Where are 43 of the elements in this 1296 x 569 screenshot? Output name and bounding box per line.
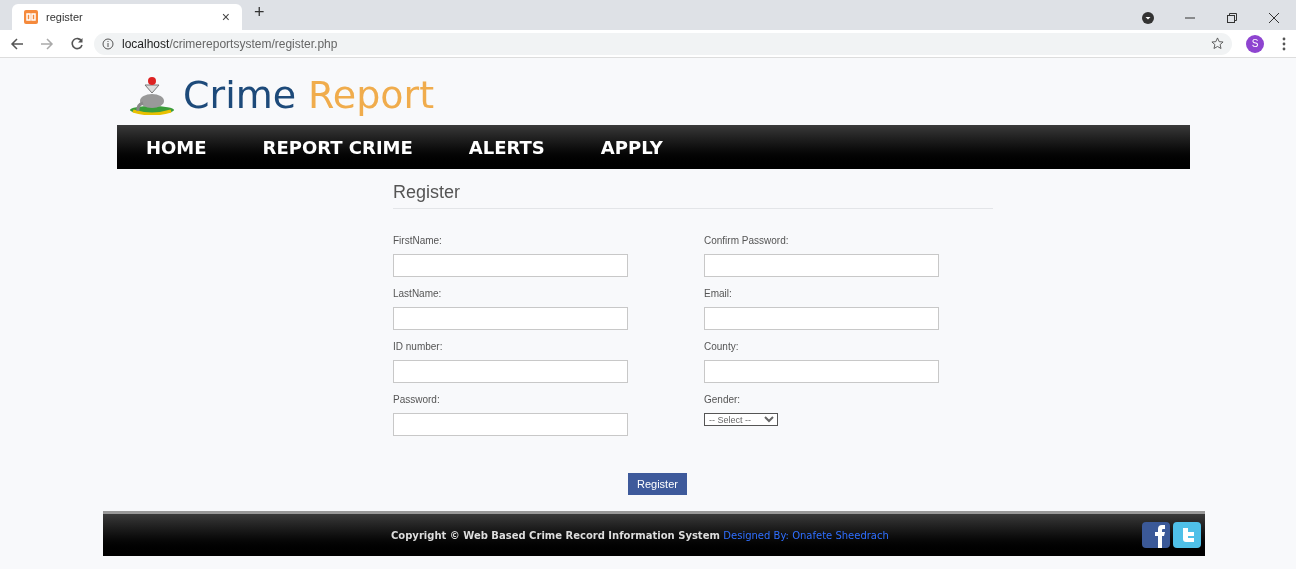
input-field[interactable]	[393, 360, 628, 383]
close-tab-button[interactable]: ×	[221, 6, 230, 28]
url-text: localhost/crimereportsystem/register.php	[122, 35, 338, 53]
address-bar[interactable]: localhost/crimereportsystem/register.php	[94, 32, 1232, 55]
input-field[interactable]	[393, 307, 628, 330]
input-field[interactable]	[704, 360, 939, 383]
twitter-icon[interactable]	[1173, 522, 1201, 549]
facebook-icon[interactable]	[1142, 522, 1170, 549]
input-field[interactable]	[393, 254, 628, 277]
tab-title[interactable]: register	[46, 8, 214, 26]
field-label: FirstName:	[393, 234, 443, 248]
nav-link[interactable]: REPORT CRIME	[262, 133, 413, 161]
input-field[interactable]	[704, 307, 939, 330]
info-icon	[102, 37, 114, 50]
restore-icon[interactable]	[1226, 12, 1238, 24]
site-favicon-icon	[24, 10, 38, 24]
field-label: Gender:	[704, 393, 742, 407]
input-field[interactable]	[393, 413, 628, 436]
field-label: County:	[704, 340, 740, 354]
star-icon[interactable]	[1211, 37, 1224, 50]
gender-select[interactable]: -- Select --	[704, 413, 778, 426]
nav-link[interactable]: ALERTS	[468, 133, 545, 161]
field-label: ID number:	[393, 340, 444, 354]
field-label: Password:	[393, 393, 441, 407]
field-label: LastName:	[393, 287, 443, 301]
nav-link[interactable]: APPLY	[600, 133, 663, 161]
back-icon[interactable]	[10, 36, 24, 51]
profile-avatar[interactable]: S	[1246, 34, 1264, 53]
menu-icon[interactable]	[1282, 36, 1286, 51]
close-icon[interactable]	[1268, 12, 1280, 24]
designer-link[interactable]: Designed By: Onafete Sheedrach	[723, 529, 889, 541]
new-tab-button[interactable]: +	[254, 0, 265, 26]
site-title: Crime	[183, 76, 297, 114]
form-title: Register	[393, 179, 993, 209]
site-title-accent: Report	[308, 76, 435, 114]
profile-menu-icon[interactable]	[1142, 12, 1154, 24]
field-label: Confirm Password:	[704, 234, 790, 248]
nav-link[interactable]: HOME	[146, 133, 207, 161]
copyright-text: Copyright © Web Based Crime Record Information System Designed By: Onafete Sheedrach	[391, 528, 889, 543]
reload-icon[interactable]	[70, 36, 84, 51]
input-field[interactable]	[704, 254, 939, 277]
register-button[interactable]: Register	[628, 473, 687, 496]
field-label: Email:	[704, 287, 733, 301]
